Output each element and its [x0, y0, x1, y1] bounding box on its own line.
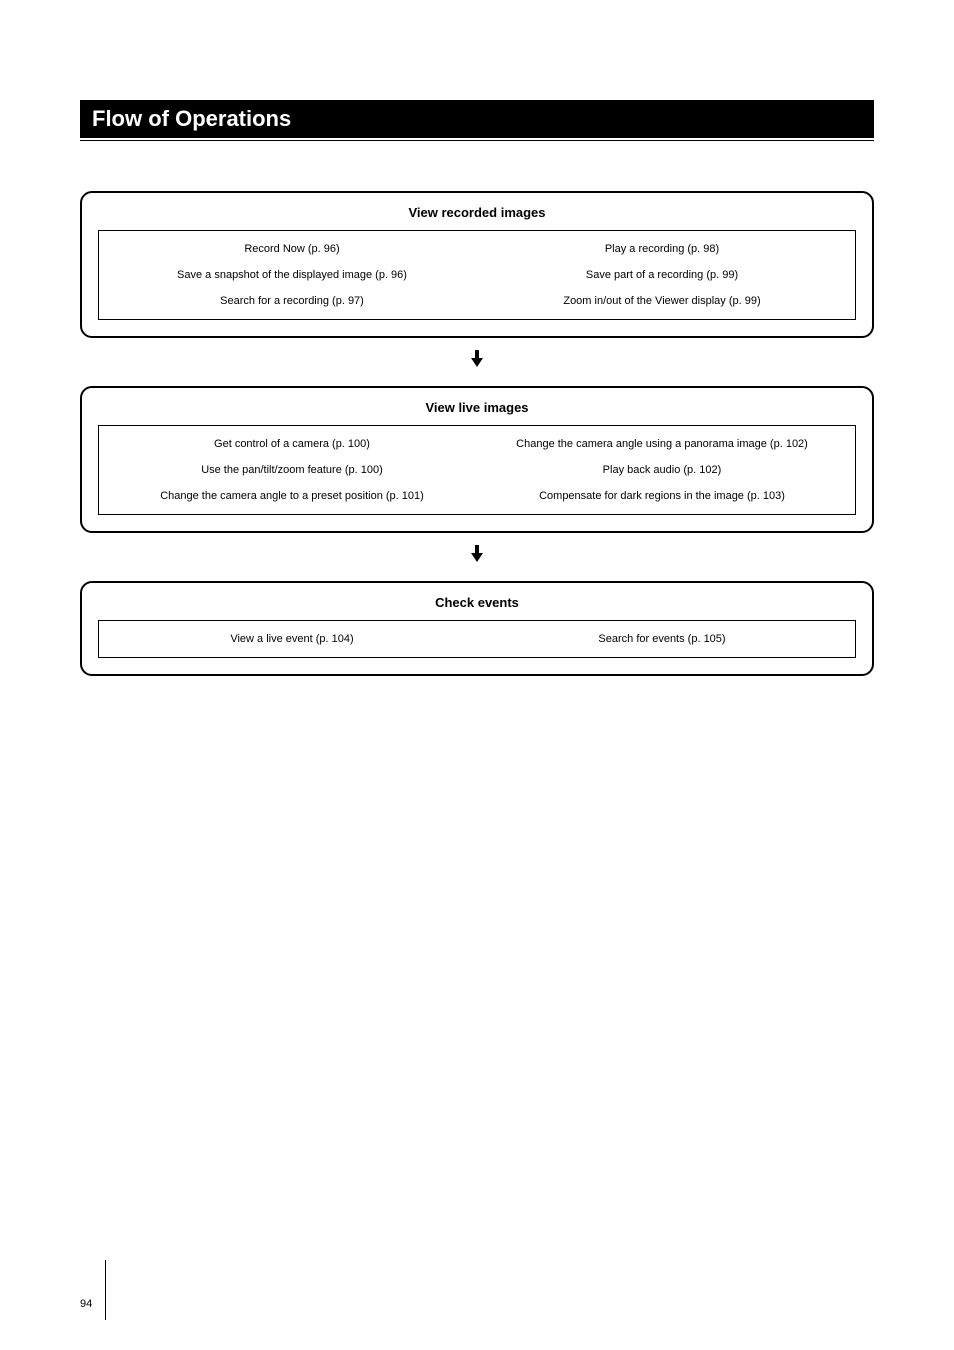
content-cell: Change the camera angle to a preset posi… [107, 490, 477, 502]
content-cell: Record Now (p. 96) [107, 243, 477, 255]
title-underline [80, 140, 874, 141]
content-row: Record Now (p. 96) Play a recording (p. … [107, 243, 847, 255]
content-cell: Change the camera angle using a panorama… [477, 438, 847, 450]
content-row: View a live event (p. 104) Search for ev… [107, 633, 847, 645]
down-arrow-icon [80, 350, 874, 374]
content-row: Change the camera angle to a preset posi… [107, 490, 847, 502]
section-check-events: Check events View a live event (p. 104) … [80, 581, 874, 676]
section-heading: View live images [98, 400, 856, 415]
content-cell: View a live event (p. 104) [107, 633, 477, 645]
down-arrow-icon [80, 545, 874, 569]
footer-line [105, 1260, 106, 1320]
section-content: View a live event (p. 104) Search for ev… [98, 620, 856, 658]
content-cell: Compensate for dark regions in the image… [477, 490, 847, 502]
page-title: Flow of Operations [80, 100, 874, 138]
content-row: Search for a recording (p. 97) Zoom in/o… [107, 295, 847, 307]
content-cell: Search for a recording (p. 97) [107, 295, 477, 307]
section-content: Get control of a camera (p. 100) Change … [98, 425, 856, 515]
section-content: Record Now (p. 96) Play a recording (p. … [98, 230, 856, 320]
content-cell: Zoom in/out of the Viewer display (p. 99… [477, 295, 847, 307]
content-cell: Save a snapshot of the displayed image (… [107, 269, 477, 281]
content-row: Save a snapshot of the displayed image (… [107, 269, 847, 281]
content-cell: Search for events (p. 105) [477, 633, 847, 645]
page-number: 94 [80, 1298, 92, 1310]
content-cell: Use the pan/tilt/zoom feature (p. 100) [107, 464, 477, 476]
section-heading: Check events [98, 595, 856, 610]
section-heading: View recorded images [98, 205, 856, 220]
content-row: Get control of a camera (p. 100) Change … [107, 438, 847, 450]
content-cell: Save part of a recording (p. 99) [477, 269, 847, 281]
content-row: Use the pan/tilt/zoom feature (p. 100) P… [107, 464, 847, 476]
content-cell: Play back audio (p. 102) [477, 464, 847, 476]
section-view-recorded: View recorded images Record Now (p. 96) … [80, 191, 874, 338]
content-cell: Play a recording (p. 98) [477, 243, 847, 255]
content-cell: Get control of a camera (p. 100) [107, 438, 477, 450]
section-view-live: View live images Get control of a camera… [80, 386, 874, 533]
